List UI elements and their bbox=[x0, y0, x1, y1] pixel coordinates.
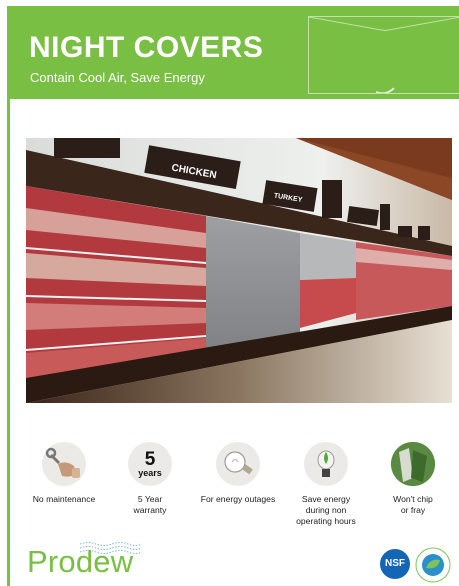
feature-energy-outages: For energy outages bbox=[193, 442, 283, 505]
brand-logo: Prodew bbox=[27, 544, 134, 579]
warranty-unit: years bbox=[138, 467, 162, 478]
feature-warranty: 5 years 5 Year warranty bbox=[105, 442, 195, 516]
feature-label: For energy outages bbox=[200, 494, 276, 504]
feature-no-maintenance: No maintenance bbox=[19, 442, 109, 505]
bulb-leaf-icon bbox=[304, 442, 348, 486]
feature-label: Save energy during non operating hours bbox=[296, 494, 356, 526]
page-title: NIGHT COVERS bbox=[29, 31, 264, 64]
header-banner: NIGHT COVERS Contain Cool Air, Save Ener… bbox=[7, 6, 459, 99]
green-certification-icon bbox=[415, 547, 451, 583]
feature-label: Won't chip or fray bbox=[393, 494, 433, 515]
envelope-outline-icon bbox=[308, 16, 459, 94]
lightbulb-icon bbox=[216, 442, 260, 486]
five-years-icon: 5 years bbox=[128, 442, 172, 486]
wrench-hand-icon bbox=[42, 442, 86, 486]
page-subtitle: Contain Cool Air, Save Energy bbox=[30, 70, 205, 85]
nsf-badge: NSF bbox=[380, 549, 410, 579]
product-photo: CHICKEN TURKEY bbox=[26, 138, 452, 403]
feature-label: No maintenance bbox=[32, 494, 96, 504]
product-sheet: NIGHT COVERS Contain Cool Air, Save Ener… bbox=[0, 0, 459, 586]
feature-save-energy: Save energy during non operating hours bbox=[281, 442, 371, 527]
feature-label: 5 Year warranty bbox=[133, 494, 167, 515]
feature-no-fray: Won't chip or fray bbox=[368, 442, 458, 516]
left-accent-rule bbox=[7, 99, 10, 586]
fabric-swatch-icon bbox=[391, 442, 435, 486]
warranty-number: 5 bbox=[144, 448, 156, 470]
